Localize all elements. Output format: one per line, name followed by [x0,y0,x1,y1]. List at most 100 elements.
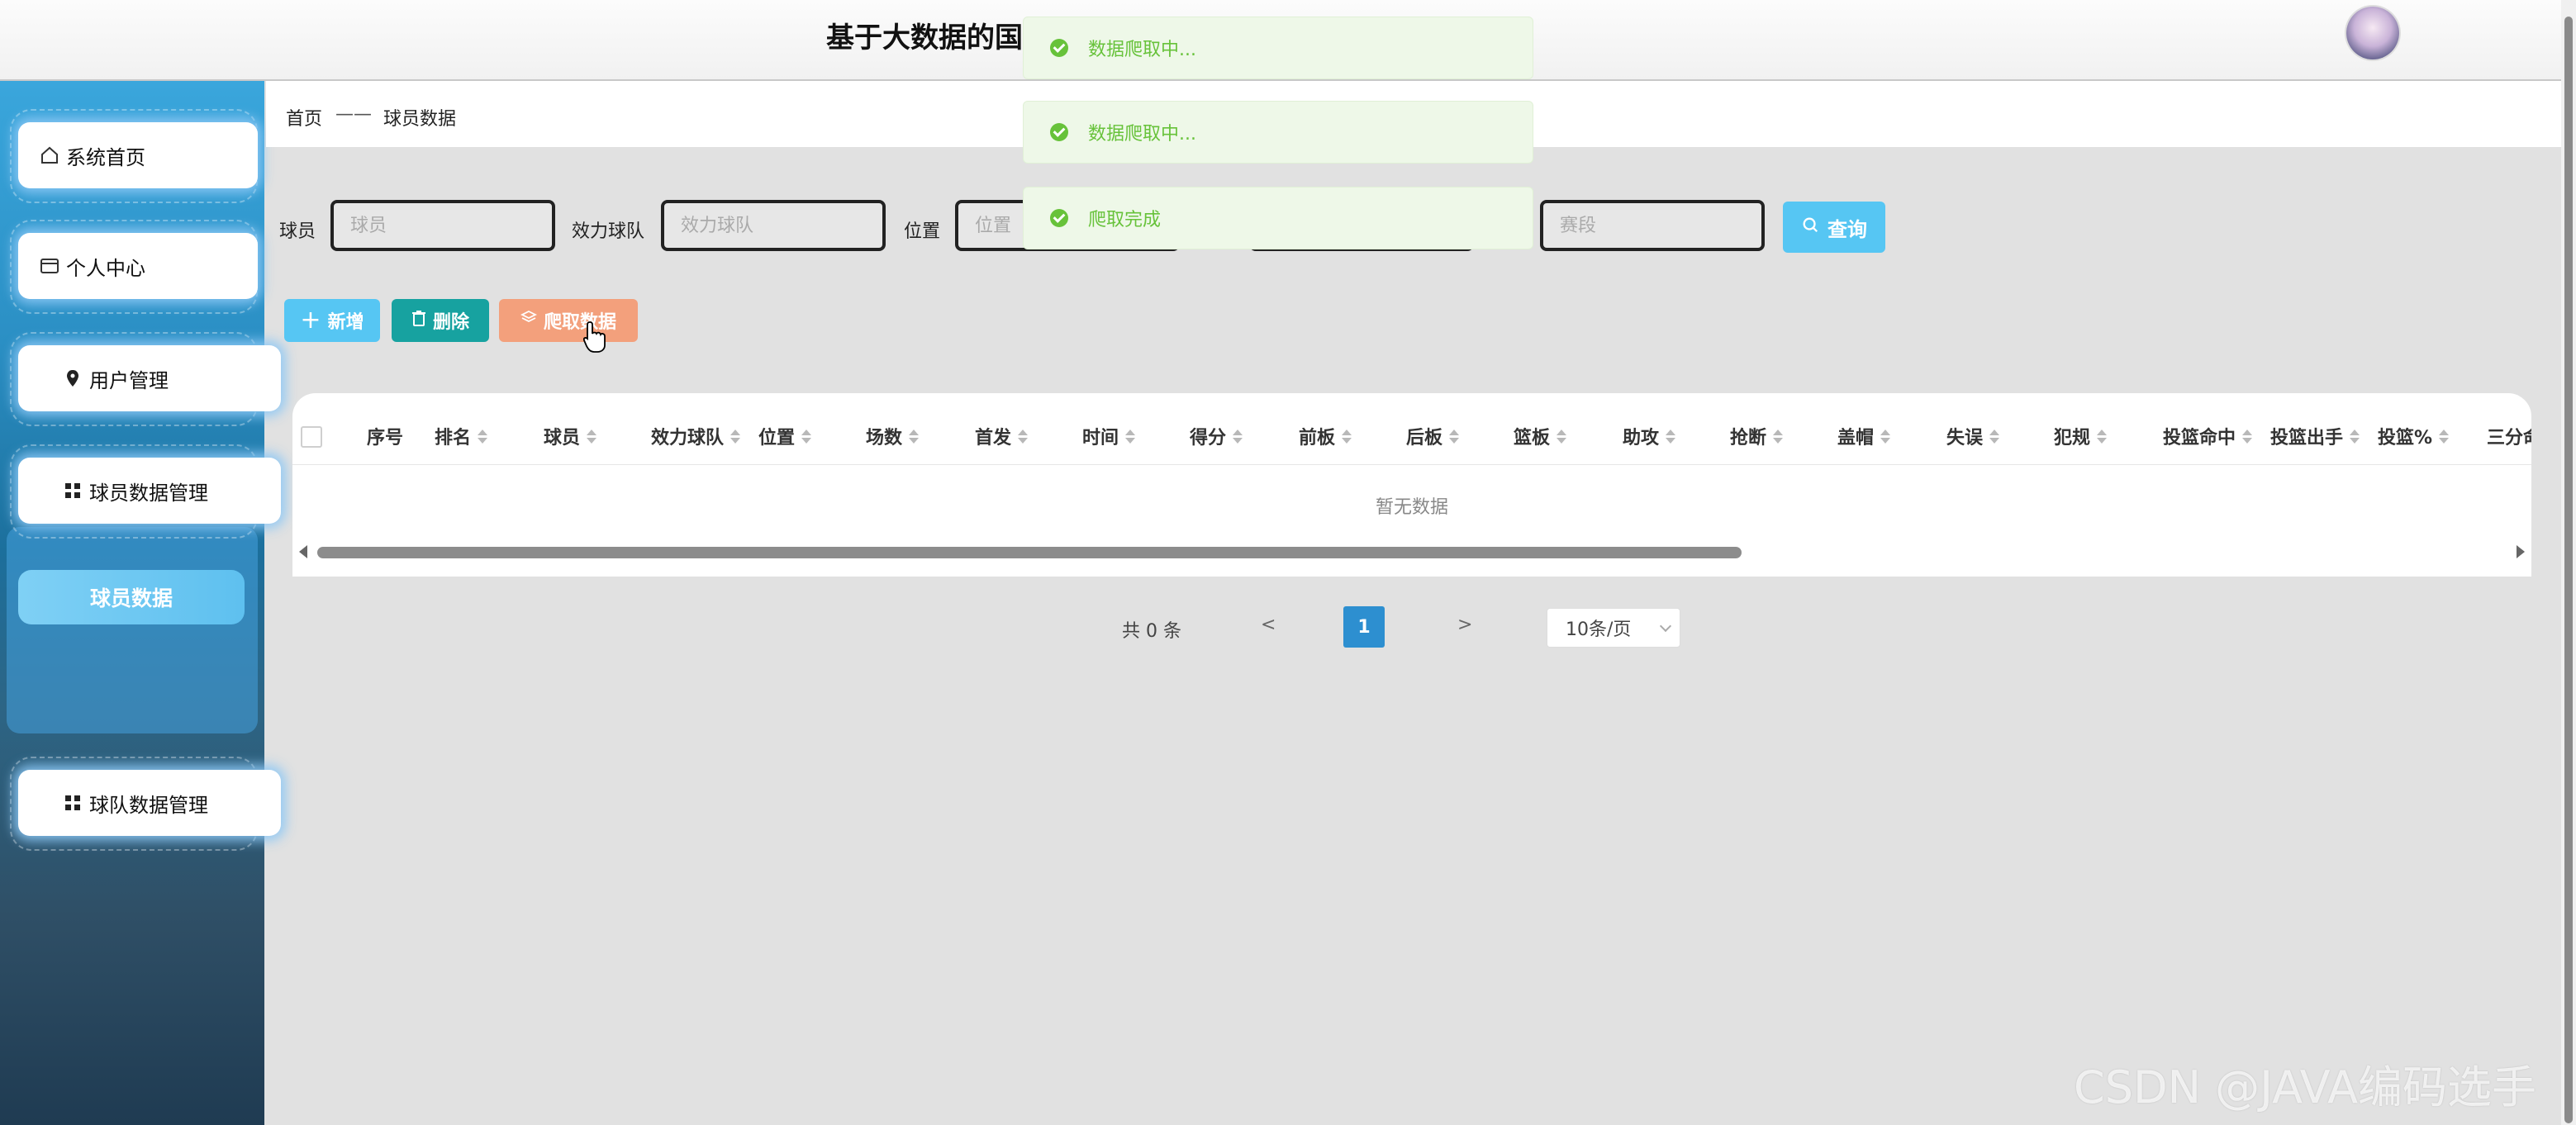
home-icon [38,144,61,167]
column-header[interactable]: 排名 [435,423,488,449]
sort-icon[interactable] [2439,429,2450,444]
team-search-input[interactable] [661,200,886,251]
id-card-icon [38,254,61,278]
column-header[interactable]: 得分 [1190,423,1243,449]
grid-icon [61,479,84,502]
sort-icon[interactable] [1342,429,1352,444]
column-header[interactable]: 首发 [975,423,1029,449]
sort-icon[interactable] [2350,429,2360,444]
column-header[interactable]: 前板 [1299,423,1352,449]
column-header-label: 排名 [435,428,472,449]
sidebar: 系统首页 个人中心 用户管理 球员数据管理 球员数据 球队数据管理 [0,81,281,1125]
scroll-left-arrow-icon[interactable] [299,545,307,558]
column-header-label: 三分命 [2487,428,2531,449]
page-size-value: 10条/页 [1566,619,1632,640]
sidebar-item-label: 个人中心 [66,256,145,280]
column-header-label: 效力球队 [651,428,725,449]
sort-icon[interactable] [1989,429,2000,444]
column-header[interactable]: 三分命 [2487,423,2531,449]
page-size-select[interactable]: 10条/页 [1547,608,1680,648]
plus-icon: + [300,306,321,335]
column-header[interactable]: 投篮命中 [2163,423,2253,449]
column-header[interactable]: 抢断 [1730,423,1784,449]
success-check-icon [1050,39,1068,57]
page-scrollbar-thumb[interactable] [2564,17,2573,1123]
column-header-label: 犯规 [2054,428,2091,449]
column-header[interactable]: 盖帽 [1837,423,1891,449]
column-header[interactable]: 效力球队 [651,423,741,449]
column-header-label: 助攻 [1623,428,1660,449]
column-header-label: 盖帽 [1837,428,1875,449]
column-header-label: 场数 [866,428,903,449]
layers-icon [520,310,537,331]
toast-message: 数据爬取中... [1023,101,1533,164]
sort-icon[interactable] [730,429,741,444]
breadcrumb-separator: —— [335,104,372,125]
sort-icon[interactable] [1125,429,1136,444]
success-check-icon [1050,209,1068,227]
column-header[interactable]: 犯规 [2054,423,2108,449]
success-check-icon [1050,123,1068,141]
add-button[interactable]: + 新增 [284,299,380,342]
sidebar-item-home[interactable]: 系统首页 [18,122,258,188]
sort-icon[interactable] [587,429,597,444]
chevron-down-icon [1659,619,1672,633]
player-label: 球员 [279,221,316,242]
delete-button[interactable]: 删除 [392,299,489,342]
season-search-input[interactable] [1540,200,1765,251]
sort-icon[interactable] [909,429,920,444]
column-header[interactable]: 篮板 [1514,423,1567,449]
sort-icon[interactable] [1233,429,1243,444]
sidebar-item-label: 系统首页 [66,145,145,169]
delete-button-label: 删除 [432,312,469,333]
column-header[interactable]: 投篮出手 [2270,423,2360,449]
breadcrumb-home[interactable]: 首页 [286,104,322,131]
column-header-label: 得分 [1190,428,1227,449]
select-all-checkbox[interactable] [301,426,322,448]
pagination-page-current[interactable]: 1 [1343,606,1385,648]
column-header[interactable]: 场数 [866,423,920,449]
sidebar-item-team-data-mgmt[interactable]: 球队数据管理 [18,770,281,836]
sidebar-item-player-data-mgmt[interactable]: 球员数据管理 [18,458,281,524]
toast-text: 爬取完成 [1088,210,1162,230]
column-header[interactable]: 序号 [367,423,403,449]
column-header[interactable]: 时间 [1082,423,1136,449]
column-header[interactable]: 位置 [758,423,812,449]
sort-icon[interactable] [478,429,488,444]
column-header[interactable]: 助攻 [1623,423,1676,449]
pagination-prev[interactable]: < [1261,615,1276,635]
sort-icon[interactable] [1666,429,1676,444]
column-header[interactable]: 投篮% [2378,423,2450,449]
toast-message: 爬取完成 [1023,187,1533,249]
pagination-next[interactable]: > [1457,615,1472,635]
sidebar-subitem-player-data[interactable]: 球员数据 [18,570,245,624]
sort-icon[interactable] [2242,429,2253,444]
sidebar-item-users[interactable]: 用户管理 [18,345,281,411]
user-avatar[interactable] [2346,7,2399,59]
scroll-right-arrow-icon[interactable] [2517,545,2525,558]
column-header-label: 首发 [975,428,1012,449]
column-header[interactable]: 后板 [1406,423,1460,449]
toast-message: 数据爬取中... [1023,17,1533,79]
column-header[interactable]: 失误 [1946,423,2000,449]
page-scrollbar[interactable] [2561,0,2576,1125]
sidebar-item-profile[interactable]: 个人中心 [18,233,258,299]
player-search-input[interactable] [330,200,555,251]
query-button[interactable]: 查询 [1783,202,1885,253]
column-header-label: 时间 [1082,428,1119,449]
sort-icon[interactable] [1557,429,1567,444]
crawl-data-button[interactable]: 爬取数据 [499,299,638,342]
sort-icon[interactable] [801,429,812,444]
column-header-label: 失误 [1946,428,1984,449]
team-label: 效力球队 [572,221,645,242]
sort-icon[interactable] [1018,429,1029,444]
column-header[interactable]: 球员 [544,423,597,449]
sort-icon[interactable] [1449,429,1460,444]
player-data-table: 序号 排名 球员 效力球队 位置 场数 首发 时间 得分 前板 后板 篮板 助攻 抢断 盖帽 失误 犯规 投篮命中… [292,393,2531,577]
column-header-label: 投篮% [2378,428,2433,449]
sort-icon[interactable] [1773,429,1784,444]
sort-icon[interactable] [1880,429,1891,444]
sort-icon[interactable] [2097,429,2108,444]
table-scrollbar-thumb[interactable] [317,547,1742,558]
table-horizontal-scrollbar[interactable] [292,540,2531,565]
